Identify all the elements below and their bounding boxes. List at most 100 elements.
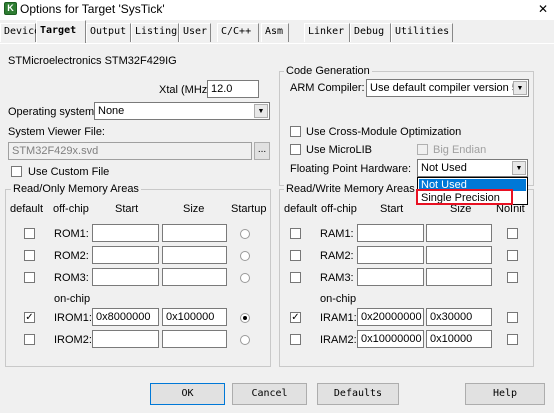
iram1-start-input[interactable]: 0x20000000 xyxy=(357,308,424,326)
title-bar: K Options for Target 'SysTick' ✕ xyxy=(0,0,554,18)
iram1-noinit-checkbox[interactable] xyxy=(507,312,518,323)
help-button[interactable]: Help xyxy=(465,383,545,405)
rom3-size-input[interactable] xyxy=(162,268,227,286)
ro-header-offchip: off-chip xyxy=(53,203,89,215)
rw-header-default: default xyxy=(284,203,318,215)
highlight-box xyxy=(416,189,513,205)
ram1-label: RAM1: xyxy=(320,228,354,240)
ro-memory-title: Read/Only Memory Areas xyxy=(11,183,141,196)
os-label: Operating system: xyxy=(8,106,98,118)
irom2-size-input[interactable] xyxy=(162,330,227,348)
tab-listing[interactable]: Listing xyxy=(131,23,179,42)
big-endian-checkbox xyxy=(417,144,428,155)
ram2-noinit-checkbox[interactable] xyxy=(507,250,518,261)
rw-onchip-label: on-chip xyxy=(320,293,357,305)
tab-target[interactable]: Target xyxy=(36,20,86,43)
tab-output[interactable]: Output xyxy=(86,23,131,42)
ram1-default-checkbox[interactable] xyxy=(290,228,301,239)
chevron-down-icon[interactable]: ▼ xyxy=(512,161,526,175)
rom1-startup-radio[interactable] xyxy=(240,229,250,239)
keil-app-icon: K xyxy=(4,2,17,15)
tab-asm[interactable]: Asm xyxy=(261,23,289,42)
xtal-input[interactable]: 12.0 xyxy=(207,80,259,98)
chevron-down-icon[interactable]: ▼ xyxy=(254,104,268,118)
iram2-start-input[interactable]: 0x10000000 xyxy=(357,330,424,348)
fpu-select[interactable]: Not Used ▼ xyxy=(417,159,528,177)
rw-memory-title: Read/Write Memory Areas xyxy=(284,183,417,196)
cancel-button[interactable]: Cancel xyxy=(232,383,307,405)
iram2-label: IRAM2: xyxy=(320,334,357,346)
tab-device[interactable]: Device xyxy=(0,23,40,42)
ram1-size-input[interactable] xyxy=(426,224,492,242)
defaults-button[interactable]: Defaults xyxy=(317,383,399,405)
rom1-default-checkbox[interactable] xyxy=(24,228,35,239)
os-value: None xyxy=(98,105,125,117)
irom2-default-checkbox[interactable] xyxy=(24,334,35,345)
iram2-noinit-checkbox[interactable] xyxy=(507,334,518,345)
iram1-size-input[interactable]: 0x30000 xyxy=(426,308,492,326)
irom1-startup-radio[interactable] xyxy=(240,313,250,323)
ram1-noinit-checkbox[interactable] xyxy=(507,228,518,239)
fpu-value: Not Used xyxy=(421,162,467,174)
compiler-select[interactable]: Use default compiler version 5 ▼ xyxy=(366,79,529,97)
rom3-start-input[interactable] xyxy=(92,268,159,286)
cross-module-checkbox[interactable] xyxy=(290,126,301,137)
rom1-label: ROM1: xyxy=(54,228,89,240)
irom1-size-input[interactable]: 0x100000 xyxy=(162,308,227,326)
iram1-default-checkbox[interactable]: ✓ xyxy=(290,312,301,323)
tab-linker[interactable]: Linker xyxy=(304,23,350,42)
window-title: Options for Target 'SysTick' xyxy=(20,2,165,16)
tab-c-cpp[interactable]: C/C++ xyxy=(217,23,259,42)
rom3-label: ROM3: xyxy=(54,272,89,284)
microlib-checkbox[interactable] xyxy=(290,144,301,155)
custom-file-checkbox[interactable] xyxy=(11,166,22,177)
ro-header-start: Start xyxy=(115,203,139,215)
rom2-default-checkbox[interactable] xyxy=(24,250,35,261)
xtal-label: Xtal (MHz): xyxy=(159,84,214,96)
ram2-default-checkbox[interactable] xyxy=(290,250,301,261)
rom3-default-checkbox[interactable] xyxy=(24,272,35,283)
irom2-label: IROM2: xyxy=(54,334,92,346)
irom1-default-checkbox[interactable]: ✓ xyxy=(24,312,35,323)
radio-selected-dot xyxy=(243,316,247,320)
iram2-default-checkbox[interactable] xyxy=(290,334,301,345)
ram1-start-input[interactable] xyxy=(357,224,424,242)
os-select[interactable]: None ▼ xyxy=(94,102,270,120)
tab-user[interactable]: User xyxy=(179,23,211,42)
tab-utilities[interactable]: Utilities xyxy=(391,23,453,42)
big-endian-label: Big Endian xyxy=(433,144,487,156)
ro-header-size: Size xyxy=(183,203,205,215)
ram2-start-input[interactable] xyxy=(357,246,424,264)
ro-onchip-label: on-chip xyxy=(54,293,91,305)
close-icon[interactable]: ✕ xyxy=(532,0,554,18)
iram1-label: IRAM1: xyxy=(320,312,357,324)
irom2-start-input[interactable] xyxy=(92,330,159,348)
irom1-start-input[interactable]: 0x8000000 xyxy=(92,308,159,326)
svd-label: System Viewer File: xyxy=(8,126,105,138)
device-name: STMicroelectronics STM32F429IG xyxy=(8,55,177,67)
irom1-label: IROM1: xyxy=(54,312,92,324)
ram3-default-checkbox[interactable] xyxy=(290,272,301,283)
ro-header-default: default xyxy=(10,203,44,215)
rom2-size-input[interactable] xyxy=(162,246,227,264)
rom3-startup-radio[interactable] xyxy=(240,273,250,283)
target-panel: STMicroelectronics STM32F429IG Xtal (MHz… xyxy=(0,43,554,373)
tab-debug[interactable]: Debug xyxy=(350,23,391,42)
ram2-size-input[interactable] xyxy=(426,246,492,264)
rom2-startup-radio[interactable] xyxy=(240,251,250,261)
ram2-label: RAM2: xyxy=(320,250,354,262)
iram2-size-input[interactable]: 0x10000 xyxy=(426,330,492,348)
rom1-size-input[interactable] xyxy=(162,224,227,242)
ram3-start-input[interactable] xyxy=(357,268,424,286)
rom1-start-input[interactable] xyxy=(92,224,159,242)
fpu-label: Floating Point Hardware: xyxy=(290,163,412,175)
irom2-startup-radio[interactable] xyxy=(240,335,250,345)
rw-header-start: Start xyxy=(380,203,404,215)
svd-input[interactable]: STM32F429x.svd xyxy=(8,142,252,160)
ram3-noinit-checkbox[interactable] xyxy=(507,272,518,283)
ok-button[interactable]: OK xyxy=(150,383,225,405)
browse-button[interactable]: ... xyxy=(254,142,270,160)
chevron-down-icon[interactable]: ▼ xyxy=(513,81,527,95)
ram3-size-input[interactable] xyxy=(426,268,492,286)
rom2-start-input[interactable] xyxy=(92,246,159,264)
